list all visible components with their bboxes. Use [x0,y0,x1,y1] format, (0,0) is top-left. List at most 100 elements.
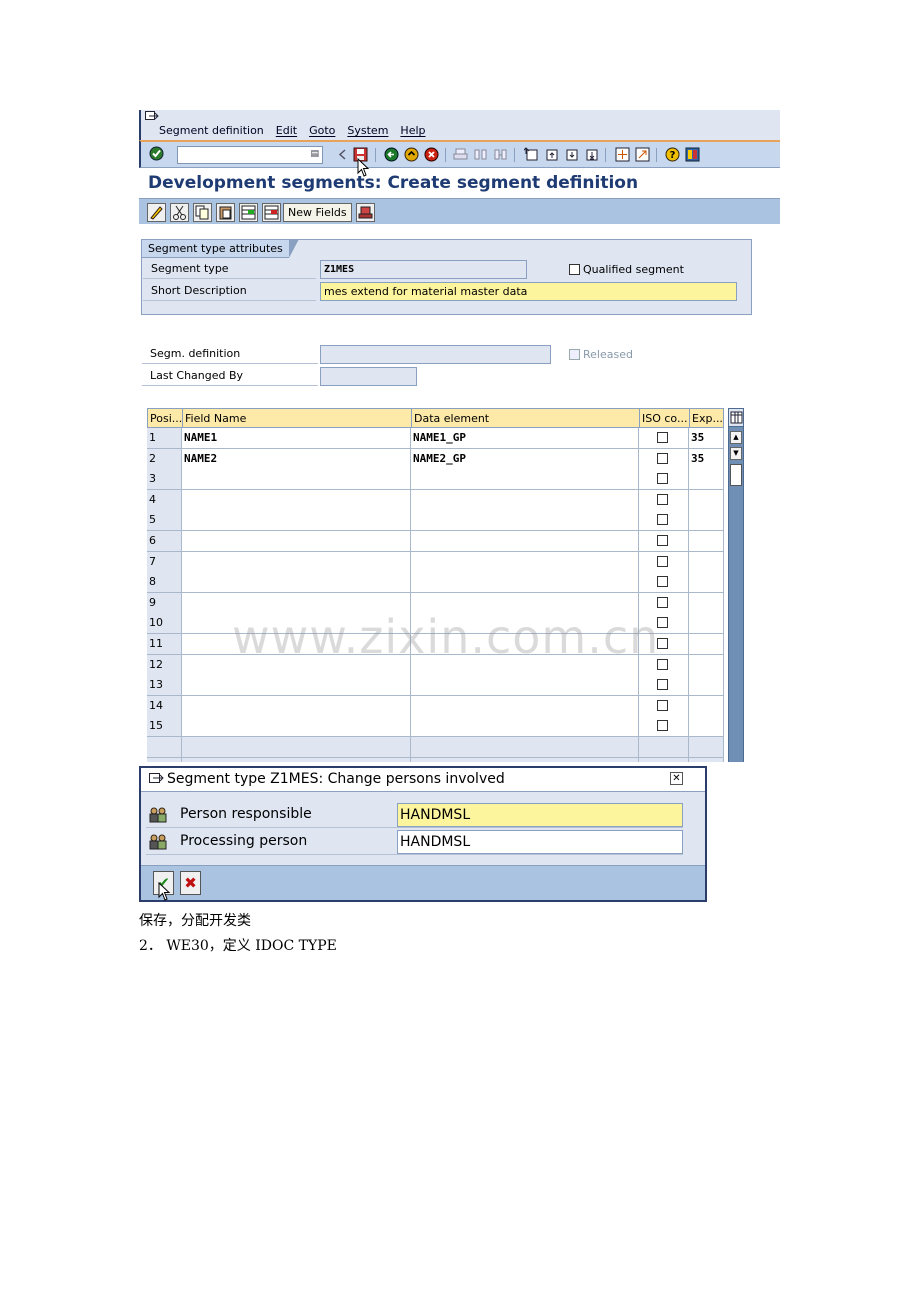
first-page-icon[interactable] [524,147,539,162]
cell-field-name[interactable] [182,737,411,758]
table-row[interactable]: 7 [147,551,724,573]
iso-code-checkbox[interactable] [657,576,668,588]
col-header-data-element[interactable]: Data element [412,409,640,428]
cell-export-length[interactable] [689,510,724,532]
cell-export-length[interactable]: 35 [689,448,724,470]
table-row[interactable]: 1 NAME1 NAME1_GP 35 [147,428,724,449]
cell-data-element[interactable] [411,695,639,717]
table-row[interactable]: 13 [147,675,724,697]
iso-code-checkbox[interactable] [657,679,668,691]
cell-export-length[interactable] [689,634,724,655]
released-checkbox[interactable] [569,349,580,360]
cell-field-name[interactable] [182,675,411,697]
cut-button[interactable] [170,203,189,222]
delete-row-button[interactable] [262,203,281,222]
cell-iso-code[interactable] [639,428,689,449]
display-change-button[interactable] [147,203,166,222]
table-row[interactable]: 3 [147,469,724,491]
cell-export-length[interactable] [689,469,724,491]
table-row[interactable] [147,737,724,758]
back-icon[interactable] [384,147,399,162]
close-icon[interactable]: ✕ [670,772,683,785]
cell-field-name[interactable] [182,531,411,552]
copy-button[interactable] [193,203,212,222]
enter-check-icon[interactable] [149,146,164,161]
segm-definition-field[interactable] [320,345,551,364]
processing-person-field[interactable]: HANDMSL [397,830,683,854]
person-responsible-field[interactable]: HANDMSL [397,803,683,827]
cell-export-length[interactable]: 35 [689,428,724,449]
cell-data-element[interactable] [411,489,639,511]
menu-segment-definition[interactable]: Segment definition [159,124,264,137]
cell-export-length[interactable] [689,757,724,762]
cell-data-element[interactable]: NAME2_GP [411,448,639,470]
menu-edit[interactable]: Edit [276,124,297,137]
menu-goto[interactable]: Goto [309,124,335,137]
cell-export-length[interactable] [689,675,724,697]
cell-field-name[interactable] [182,510,411,532]
next-page-icon[interactable] [564,147,579,162]
cell-export-length[interactable] [689,716,724,738]
iso-code-checkbox[interactable] [657,452,668,464]
qualified-segment-checkbox[interactable] [569,264,580,275]
cell-iso-code[interactable] [639,757,689,762]
col-header-iso-code[interactable]: ISO co... [640,409,690,428]
col-header-position[interactable]: Posi... [148,409,183,428]
cell-iso-code[interactable] [639,737,689,758]
shortcut-icon[interactable] [635,147,650,162]
cell-data-element[interactable] [411,469,639,491]
table-row[interactable]: 4 [147,489,724,511]
persons-involved-button[interactable] [356,203,375,222]
cell-field-name[interactable] [182,695,411,717]
iso-code-checkbox[interactable] [657,555,668,567]
table-scrollbar[interactable]: ▲ ▼ [728,408,744,762]
cell-data-element[interactable] [411,675,639,697]
cell-data-element[interactable] [411,572,639,594]
cell-data-element[interactable] [411,510,639,532]
cell-export-length[interactable] [689,592,724,614]
iso-code-checkbox[interactable] [657,493,668,505]
command-history-icon[interactable]: ▤ [310,149,319,159]
table-row[interactable]: 2 NAME2 NAME2_GP 35 [147,448,724,470]
col-header-export-length[interactable]: Exp... [690,409,725,428]
iso-code-checkbox[interactable] [657,720,668,732]
system-menu-icon[interactable] [145,111,159,122]
cell-field-name[interactable] [182,572,411,594]
cell-iso-code[interactable] [639,531,689,552]
iso-code-checkbox[interactable] [657,699,668,711]
help-icon[interactable]: ? [665,147,680,162]
segment-type-field[interactable]: Z1MES [320,260,527,279]
menu-system[interactable]: System [347,124,388,137]
table-row[interactable]: 14 [147,695,724,717]
cell-export-length[interactable] [689,531,724,552]
iso-code-checkbox[interactable] [657,596,668,608]
table-row[interactable]: 15 [147,716,724,738]
cell-data-element[interactable] [411,716,639,738]
cell-export-length[interactable] [689,695,724,717]
table-row[interactable]: 8 [147,572,724,594]
command-field[interactable]: ▤ [177,146,323,164]
cell-export-length[interactable] [689,551,724,573]
create-session-icon[interactable] [615,147,630,162]
previous-page-icon[interactable] [544,147,559,162]
cell-iso-code[interactable] [639,675,689,697]
menu-help[interactable]: Help [400,124,425,137]
table-row[interactable] [147,757,724,762]
find-icon[interactable] [473,147,488,162]
cell-data-element[interactable] [411,531,639,552]
scroll-down-icon[interactable]: ▼ [730,447,742,460]
find-next-icon[interactable] [493,147,508,162]
cell-export-length[interactable] [689,654,724,676]
cell-field-name[interactable] [182,716,411,738]
cell-export-length[interactable] [689,489,724,511]
iso-code-checkbox[interactable] [657,432,668,443]
scroll-up-icon[interactable]: ▲ [730,431,742,444]
layout-menu-icon[interactable] [685,147,700,162]
cell-export-length[interactable] [689,737,724,758]
cell-field-name[interactable] [182,551,411,573]
cell-field-name[interactable]: NAME1 [182,428,411,449]
cell-iso-code[interactable] [639,551,689,573]
cell-iso-code[interactable] [639,716,689,738]
cancel-button[interactable]: ✖ [180,871,201,895]
cell-data-element[interactable] [411,551,639,573]
